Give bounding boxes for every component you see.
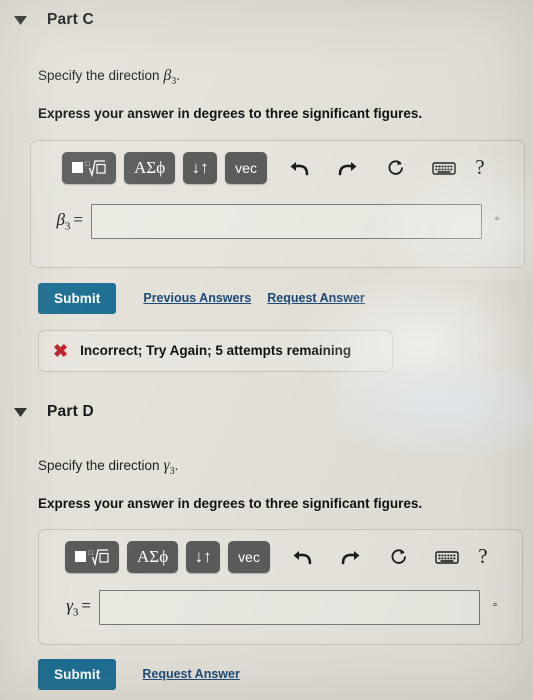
greek-symbols-button[interactable]: ΑΣϕ: [127, 540, 179, 573]
part-d-instruction: Express your answer in degrees to three …: [38, 495, 423, 511]
part-c-actions: Submit Previous Answers Request Answer: [0, 282, 533, 314]
part-c-previous-answers-link[interactable]: Previous Answers: [143, 291, 251, 305]
part-c-answer-panel: □ ΑΣϕ ↓↑ vec ? β3 = °: [30, 139, 525, 268]
part-d-question-body: Specify the direction γ3. Express your a…: [0, 456, 533, 513]
part-c-answer-label: β3 =: [56, 210, 83, 233]
part-d-answer-label: γ3 =: [66, 596, 91, 619]
part-d-math-toolbar: □ ΑΣϕ ↓↑ vec ?: [39, 530, 522, 573]
part-d-degree-unit: °: [492, 600, 498, 615]
part-d-answer-panel: □ ΑΣϕ ↓↑ vec ? γ3 = °: [38, 528, 523, 645]
sub-superscript-button[interactable]: ↓↑: [183, 151, 218, 184]
undo-icon[interactable]: [288, 542, 318, 572]
help-button[interactable]: ?: [470, 544, 496, 569]
nth-root-glyph: □: [86, 160, 106, 178]
filled-square-glyph: [75, 551, 87, 563]
part-c-feedback-text: Incorrect; Try Again; 5 attempts remaini…: [80, 343, 352, 359]
part-c-prompt-symbol: β3: [163, 67, 177, 88]
caret-down-icon[interactable]: [10, 15, 30, 25]
part-c-feedback-banner: ✖ Incorrect; Try Again; 5 attempts remai…: [38, 329, 393, 372]
undo-icon[interactable]: [285, 153, 315, 183]
greek-symbols-button[interactable]: ΑΣϕ: [124, 151, 176, 184]
part-d-submit-button[interactable]: Submit: [38, 658, 117, 690]
part-d-request-answer-link[interactable]: Request Answer: [142, 667, 239, 681]
part-c-question-body: Specify the direction β3. Express your a…: [0, 66, 533, 123]
part-d-answer-row: γ3 = °: [39, 589, 522, 625]
reset-icon[interactable]: [381, 153, 411, 183]
caret-down-icon[interactable]: [10, 407, 30, 417]
part-d-actions: Submit Request Answer: [0, 658, 533, 690]
part-d-prompt-symbol: γ3: [163, 457, 175, 478]
part-c-prompt-text: Specify the direction: [38, 68, 160, 83]
svg-text:□: □: [89, 549, 94, 557]
nth-root-glyph: □: [89, 549, 109, 567]
math-template-icon[interactable]: □: [62, 151, 117, 184]
red-x-icon: ✖: [53, 340, 69, 361]
part-c-prompt: Specify the direction β3.: [38, 66, 513, 89]
part-c-prompt-suffix: .: [176, 68, 180, 83]
vector-button[interactable]: vec: [225, 151, 267, 184]
part-c-answer-row: β3 = °: [31, 203, 524, 239]
keyboard-icon[interactable]: [432, 542, 462, 572]
filled-square-glyph: [72, 162, 84, 174]
svg-text:□: □: [86, 160, 91, 168]
part-d-header[interactable]: Part D: [0, 396, 533, 428]
part-c-instruction: Express your answer in degrees to three …: [38, 105, 423, 121]
part-c-answer-input[interactable]: [91, 203, 482, 239]
part-c-header[interactable]: Part C: [0, 0, 533, 40]
help-button[interactable]: ?: [467, 155, 493, 180]
part-c-section: Part C Specify the direction β3. Express…: [0, 0, 533, 372]
part-c-request-answer-link[interactable]: Request Answer: [267, 291, 364, 305]
part-c-title: Part C: [47, 11, 94, 28]
part-d-prompt: Specify the direction γ3.: [38, 456, 513, 479]
part-d-prompt-text: Specify the direction: [38, 458, 160, 473]
part-d-prompt-suffix: .: [174, 458, 179, 473]
redo-icon[interactable]: [336, 542, 366, 572]
part-d-answer-input[interactable]: [99, 589, 480, 625]
part-c-degree-unit: °: [494, 214, 500, 229]
sub-superscript-button[interactable]: ↓↑: [186, 540, 221, 573]
math-template-icon[interactable]: □: [65, 540, 120, 573]
part-c-math-toolbar: □ ΑΣϕ ↓↑ vec ?: [31, 141, 524, 184]
keyboard-icon[interactable]: [429, 153, 459, 183]
part-c-submit-button[interactable]: Submit: [38, 282, 117, 314]
vector-button[interactable]: vec: [228, 540, 270, 573]
part-d-section: Part D Specify the direction γ3. Express…: [0, 396, 533, 690]
reset-icon[interactable]: [384, 542, 414, 572]
redo-icon[interactable]: [333, 153, 363, 183]
part-d-title: Part D: [47, 403, 94, 420]
